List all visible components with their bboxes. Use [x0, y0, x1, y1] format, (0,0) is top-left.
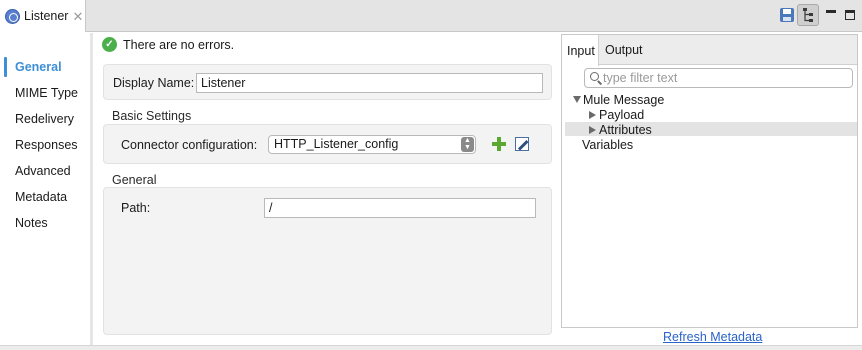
expanded-arrow-icon: [573, 96, 581, 103]
tree-item-label: Variables: [582, 137, 634, 152]
display-name-field[interactable]: Listener: [196, 73, 543, 93]
connector-configuration-label: Connector configuration:: [121, 138, 258, 152]
nav-item-general[interactable]: General: [0, 56, 90, 78]
nav-divider: [90, 33, 93, 345]
tab-title: Listener: [24, 9, 69, 23]
collapsed-arrow-icon: [589, 110, 596, 119]
maximize-icon: [845, 10, 855, 20]
tab-output[interactable]: Output: [600, 35, 648, 65]
listener-tab[interactable]: Listener ✕: [0, 0, 86, 32]
tree-item-label: Payload: [599, 107, 645, 122]
connector-configuration-select[interactable]: HTTP_Listener_config ▲ ▼: [268, 135, 476, 154]
nav-item-notes[interactable]: Notes: [0, 212, 90, 234]
metadata-filter-input[interactable]: type filter text: [584, 68, 853, 88]
tree-item-label: Mule Message: [583, 92, 665, 107]
nav-item-redelivery[interactable]: Redelivery: [0, 108, 90, 130]
nav-item-mime-type[interactable]: MIME Type: [0, 82, 90, 104]
basic-settings-heading: Basic Settings: [112, 109, 192, 123]
path-field[interactable]: /: [264, 198, 536, 218]
path-label: Path:: [121, 201, 151, 215]
check-circle-icon: ✓: [102, 37, 117, 52]
editor-tab-bar: Listener ✕: [0, 0, 862, 32]
save-button[interactable]: [776, 4, 798, 26]
nav-item-metadata[interactable]: Metadata: [0, 186, 90, 208]
tree-icon: [803, 8, 813, 22]
tree-item-attributes[interactable]: Attributes: [589, 122, 652, 137]
select-arrows-icon: ▲ ▼: [461, 137, 474, 152]
general-heading: General: [112, 173, 157, 187]
filter-placeholder: type filter text: [603, 71, 678, 85]
search-icon: [590, 72, 599, 81]
minimize-button[interactable]: [824, 4, 838, 26]
metadata-pane: Input Output type filter text Mule Messa…: [561, 34, 858, 328]
tree-item-payload[interactable]: Payload: [589, 107, 644, 122]
edit-configuration-icon[interactable]: [515, 137, 529, 151]
close-icon[interactable]: ✕: [72, 10, 83, 23]
nav-item-responses[interactable]: Responses: [0, 134, 90, 156]
metadata-tree-toggle-button[interactable]: [797, 4, 819, 26]
save-icon: [780, 8, 794, 22]
tab-input[interactable]: Input: [562, 35, 599, 66]
nav-item-advanced[interactable]: Advanced: [0, 160, 90, 182]
minimize-icon: [826, 9, 836, 13]
metadata-tabs: Input Output: [562, 35, 857, 66]
display-name-label: Display Name:: [113, 76, 195, 90]
tree-item-mule-message[interactable]: Mule Message: [573, 92, 664, 107]
collapsed-arrow-icon: [589, 125, 596, 134]
listener-icon: [5, 8, 20, 24]
connector-configuration-value: HTTP_Listener_config: [274, 137, 399, 151]
tree-item-label: Attributes: [599, 122, 652, 137]
status-message: There are no errors.: [123, 37, 235, 52]
refresh-metadata-link[interactable]: Refresh Metadata: [663, 330, 762, 344]
properties-nav: General MIME Type Redelivery Responses A…: [0, 33, 90, 350]
tree-item-variables[interactable]: Variables: [582, 137, 633, 152]
bottom-border: [0, 345, 862, 350]
maximize-button[interactable]: [843, 4, 857, 26]
validation-status: ✓ There are no errors.: [102, 37, 234, 52]
add-configuration-icon[interactable]: [492, 137, 506, 151]
